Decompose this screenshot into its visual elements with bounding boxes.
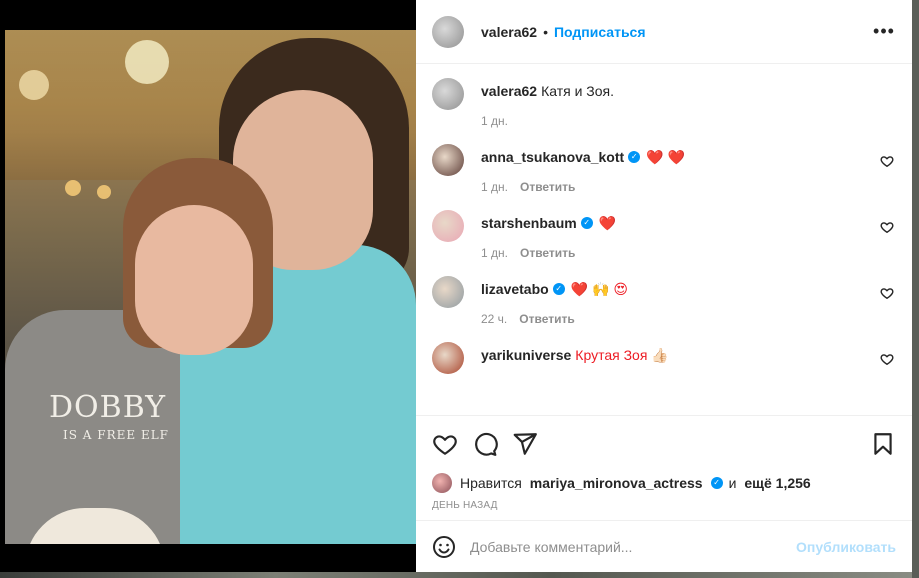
reply-button[interactable]: Ответить bbox=[520, 246, 575, 260]
verified-badge-icon: ✓ bbox=[628, 151, 641, 163]
commenter-avatar[interactable] bbox=[432, 342, 464, 374]
commenter-avatar[interactable] bbox=[432, 276, 464, 308]
reply-button[interactable]: Ответить bbox=[519, 312, 574, 326]
comment-time[interactable]: 1 дн. bbox=[481, 180, 508, 194]
caption-time[interactable]: 1 дн. bbox=[481, 114, 508, 128]
caption: valera62 Катя и Зоя. 1 дн. bbox=[432, 78, 896, 128]
commenter-avatar[interactable] bbox=[432, 144, 464, 176]
add-comment-bar: Опубликовать bbox=[416, 520, 912, 572]
post-modal: DOBBY IS A FREE ELF valera62 • Подписать… bbox=[0, 0, 912, 572]
heart-icon[interactable] bbox=[880, 220, 894, 234]
shirt-print: DOBBY bbox=[49, 390, 167, 425]
heart-icon[interactable] bbox=[432, 431, 458, 457]
verified-badge-icon: ✓ bbox=[580, 217, 593, 229]
commenter-username[interactable]: anna_tsukanova_kott bbox=[481, 148, 624, 166]
bokeh-light bbox=[97, 185, 111, 199]
comment-item: starshenbaum ✓ ❤️ 1 дн. Ответить bbox=[432, 210, 896, 260]
comment-text: ❤️ 🙌 😍 bbox=[570, 281, 628, 297]
commenter-avatar[interactable] bbox=[432, 210, 464, 242]
caption-text: Катя и Зоя. bbox=[541, 83, 615, 99]
likes-and: и bbox=[728, 475, 737, 491]
comment-input[interactable] bbox=[470, 538, 797, 555]
bokeh-light bbox=[65, 180, 81, 196]
liker-username[interactable]: mariya_mironova_actress bbox=[530, 475, 703, 491]
photo-pane: DOBBY IS A FREE ELF bbox=[0, 0, 416, 572]
post-photo[interactable]: DOBBY IS A FREE ELF bbox=[5, 30, 416, 544]
paper-plane-icon[interactable] bbox=[512, 431, 538, 457]
comment-item: anna_tsukanova_kott ✓ ❤️ ❤️ 1 дн. Ответить bbox=[432, 144, 896, 194]
publish-button[interactable]: Опубликовать bbox=[796, 539, 896, 555]
comment-items: anna_tsukanova_kott ✓ ❤️ ❤️ 1 дн. Ответить st… bbox=[432, 144, 896, 374]
verified-badge-icon: ✓ bbox=[552, 283, 565, 295]
comments-list[interactable]: valera62 Катя и Зоя. 1 дн. anna_tsukanov… bbox=[416, 64, 912, 416]
post-header: valera62 • Подписаться ••• bbox=[416, 0, 912, 64]
caption-username[interactable]: valera62 bbox=[481, 82, 537, 100]
follow-button[interactable]: Подписаться bbox=[554, 24, 646, 40]
heart-icon[interactable] bbox=[880, 154, 894, 168]
likes-count-link[interactable]: ещё 1,256 bbox=[744, 475, 810, 491]
liker-avatar[interactable] bbox=[432, 473, 452, 493]
comment-time[interactable]: 1 дн. bbox=[481, 246, 508, 260]
author-username[interactable]: valera62 bbox=[481, 24, 537, 40]
likes-line: Нравится mariya_mironova_actress ✓ и ещё… bbox=[416, 472, 912, 494]
bokeh-light bbox=[19, 70, 49, 100]
comment-text: ❤️ ❤️ bbox=[646, 149, 685, 165]
person-left-face bbox=[135, 205, 253, 355]
comment-text: Крутая Зоя 👍🏻 bbox=[575, 347, 669, 363]
heart-icon[interactable] bbox=[880, 286, 894, 300]
commenter-username[interactable]: lizavetabo bbox=[481, 280, 549, 298]
reply-button[interactable]: Ответить bbox=[520, 180, 575, 194]
comment-text: ❤️ bbox=[598, 215, 617, 231]
more-icon[interactable]: ••• bbox=[872, 21, 896, 42]
bookmark-icon[interactable] bbox=[870, 431, 896, 457]
author-avatar[interactable] bbox=[432, 78, 464, 110]
comment-item: lizavetabo ✓ ❤️ 🙌 😍 22 ч. Ответить bbox=[432, 276, 896, 326]
comment-item: yarikuniverse Крутая Зоя 👍🏻 bbox=[432, 342, 896, 374]
action-bar bbox=[416, 416, 912, 472]
separator-dot: • bbox=[543, 23, 548, 40]
post-date[interactable]: ДЕНЬ НАЗАД bbox=[416, 494, 912, 520]
likes-prefix: Нравится bbox=[460, 475, 522, 491]
author-avatar[interactable] bbox=[432, 15, 464, 48]
comment-icon[interactable] bbox=[472, 431, 498, 457]
shirt-print-small: IS A FREE ELF bbox=[63, 428, 170, 442]
verified-badge-icon: ✓ bbox=[710, 477, 723, 489]
backdrop-edge bbox=[912, 0, 919, 578]
commenter-username[interactable]: yarikuniverse bbox=[481, 346, 571, 364]
commenter-username[interactable]: starshenbaum bbox=[481, 214, 577, 232]
bokeh-light bbox=[125, 40, 169, 84]
smiley-icon[interactable] bbox=[432, 535, 456, 559]
heart-icon[interactable] bbox=[880, 352, 894, 366]
post-sidebar: valera62 • Подписаться ••• valera62 Катя… bbox=[416, 0, 912, 572]
comment-time[interactable]: 22 ч. bbox=[481, 312, 507, 326]
